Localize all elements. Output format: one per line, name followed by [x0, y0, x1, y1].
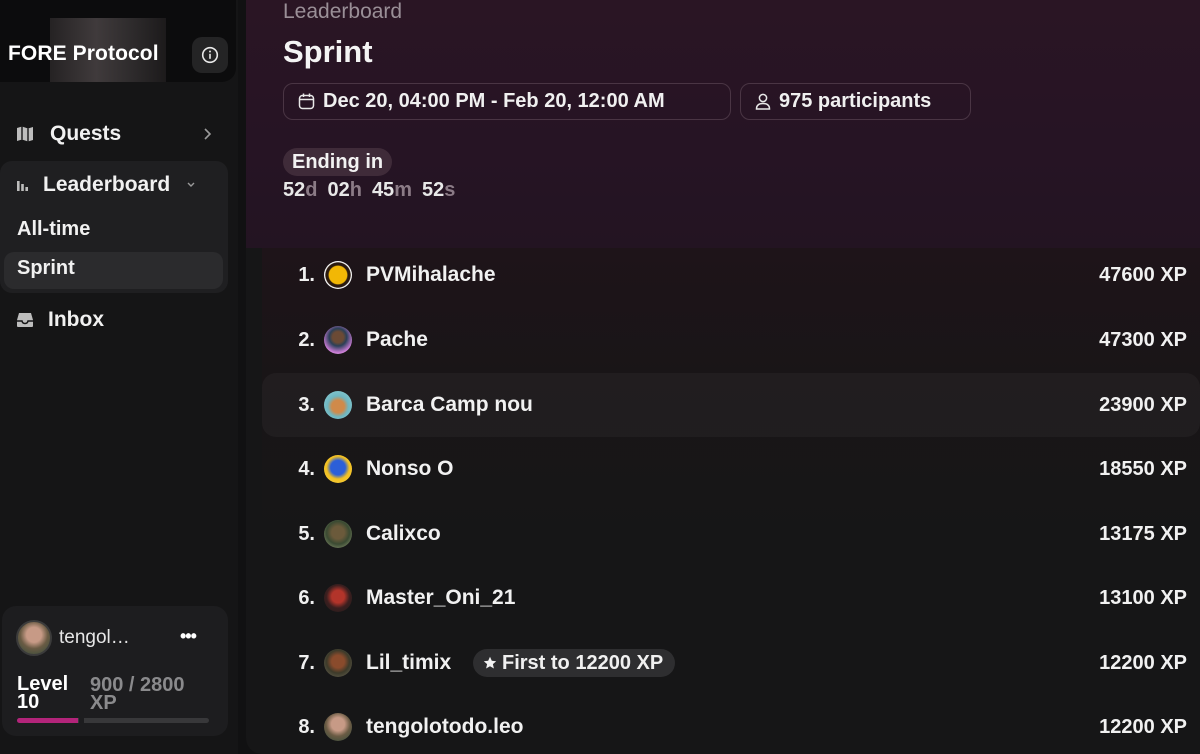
player-name: Pache	[366, 328, 428, 351]
player-xp: 13175 XP	[1099, 522, 1187, 545]
project-header: FORE Protocol	[0, 0, 236, 82]
project-info-button[interactable]	[192, 37, 228, 73]
map-icon	[17, 126, 33, 142]
player-xp: 47300 XP	[1099, 328, 1187, 351]
avatar	[324, 455, 352, 483]
leaderboard-row[interactable]: 2. Pache 47300 XP	[262, 308, 1200, 372]
sidebar-subitem-all-time[interactable]: All-time	[17, 218, 90, 241]
chevron-down-icon	[187, 182, 195, 187]
avatar	[324, 713, 352, 741]
leaderboard-row[interactable]: 7. Lil_timix First to 12200 XP 12200 XP	[262, 631, 1200, 695]
countdown-hours-unit: h	[349, 179, 362, 201]
player-name: Master_Oni_21	[366, 586, 516, 609]
avatar[interactable]	[16, 620, 52, 656]
avatar	[324, 584, 352, 612]
sidebar-item-label: Inbox	[48, 308, 104, 331]
rank: 5.	[298, 522, 315, 545]
avatar	[324, 520, 352, 548]
project-name: FORE Protocol	[8, 42, 159, 65]
sidebar-subitem-sprint[interactable]: Sprint	[17, 257, 75, 280]
countdown-seconds-unit: s	[444, 179, 456, 201]
countdown-minutes-unit: m	[394, 179, 412, 201]
xp-progress-fill	[17, 718, 79, 723]
rank: 7.	[298, 651, 315, 674]
page-title: Sprint	[283, 34, 373, 69]
rank: 8.	[298, 715, 315, 738]
star-icon	[483, 656, 497, 669]
leaderboard-row[interactable]: 6. Master_Oni_21 13100 XP	[262, 566, 1200, 630]
rank: 2.	[298, 328, 315, 351]
player-name: Lil_timix	[366, 651, 452, 674]
date-range-text: Dec 20, 04:00 PM - Feb 20, 12:00 AM	[323, 90, 665, 112]
player-xp: 47600 XP	[1099, 263, 1187, 286]
sidebar-item-quests[interactable]: Quests	[16, 116, 212, 152]
player-name: Calixco	[366, 522, 441, 545]
countdown-timer: 52d 02h 45m 52s	[283, 179, 455, 202]
sidebar-item-label: Leaderboard	[43, 173, 171, 196]
rank: 1.	[298, 263, 315, 286]
sidebar-item-inbox[interactable]: Inbox	[16, 302, 212, 338]
player-xp: 13100 XP	[1099, 586, 1187, 609]
xp-progress-divider	[79, 716, 84, 725]
breadcrumb[interactable]: Leaderboard	[283, 0, 402, 24]
rank: 6.	[298, 586, 315, 609]
player-name: Nonso O	[366, 457, 454, 480]
player-xp: 23900 XP	[1099, 393, 1187, 416]
countdown-seconds: 52	[421, 179, 445, 201]
player-name: Barca Camp nou	[366, 393, 533, 416]
player-xp: 12200 XP	[1099, 715, 1187, 738]
rank: 3.	[298, 393, 315, 416]
ending-in-label: Ending in	[283, 148, 393, 176]
countdown-hours: 02	[327, 179, 350, 201]
leaderboard-row[interactable]: 5. Calixco 13175 XP	[262, 502, 1200, 566]
user-name: tengol…	[59, 627, 130, 648]
leaderboard-row-hover[interactable]: 3. Barca Camp nou 23900 XP	[262, 373, 1200, 437]
player-xp: 18550 XP	[1099, 457, 1187, 480]
date-range-chip: Dec 20, 04:00 PM - Feb 20, 12:00 AM	[283, 83, 731, 120]
more-options-button[interactable]: •••	[180, 626, 197, 647]
leaderboard-row[interactable]: 8. tengolotodo.leo 12200 XP	[262, 695, 1200, 754]
badge-label: First to 12200 XP	[502, 651, 664, 674]
leaderboard-row[interactable]: 1. PVMihalache 47600 XP	[262, 243, 1200, 307]
countdown-days-unit: d	[305, 179, 318, 201]
achievement-badge: First to 12200 XP	[473, 649, 676, 677]
avatar	[324, 391, 352, 419]
player-xp: 12200 XP	[1099, 651, 1187, 674]
calendar-icon	[298, 93, 315, 110]
user-icon	[755, 93, 771, 110]
avatar	[324, 261, 352, 289]
participants-chip: 975 participants	[740, 83, 971, 120]
player-name: PVMihalache	[366, 263, 496, 286]
player-name: tengolotodo.leo	[366, 715, 524, 738]
user-xp: 900 / 2800 XP	[90, 674, 185, 714]
user-level: Level 10	[17, 673, 69, 713]
info-icon	[201, 46, 219, 64]
chevron-right-icon	[204, 128, 212, 140]
countdown-days: 52	[283, 179, 306, 201]
avatar	[324, 326, 352, 354]
sprint-header	[246, 0, 1200, 248]
leaderboard-row[interactable]: 4. Nonso O 18550 XP	[262, 437, 1200, 501]
xp-progress-bar	[17, 718, 209, 723]
sidebar-item-leaderboard[interactable]: Leaderboard	[16, 167, 212, 203]
rank: 4.	[298, 457, 315, 480]
participants-text: 975 participants	[779, 90, 932, 112]
countdown-minutes: 45	[371, 179, 395, 201]
avatar	[324, 649, 352, 677]
bar-chart-icon	[17, 180, 28, 191]
inbox-icon	[17, 313, 33, 327]
sidebar-item-label: Quests	[50, 122, 122, 145]
